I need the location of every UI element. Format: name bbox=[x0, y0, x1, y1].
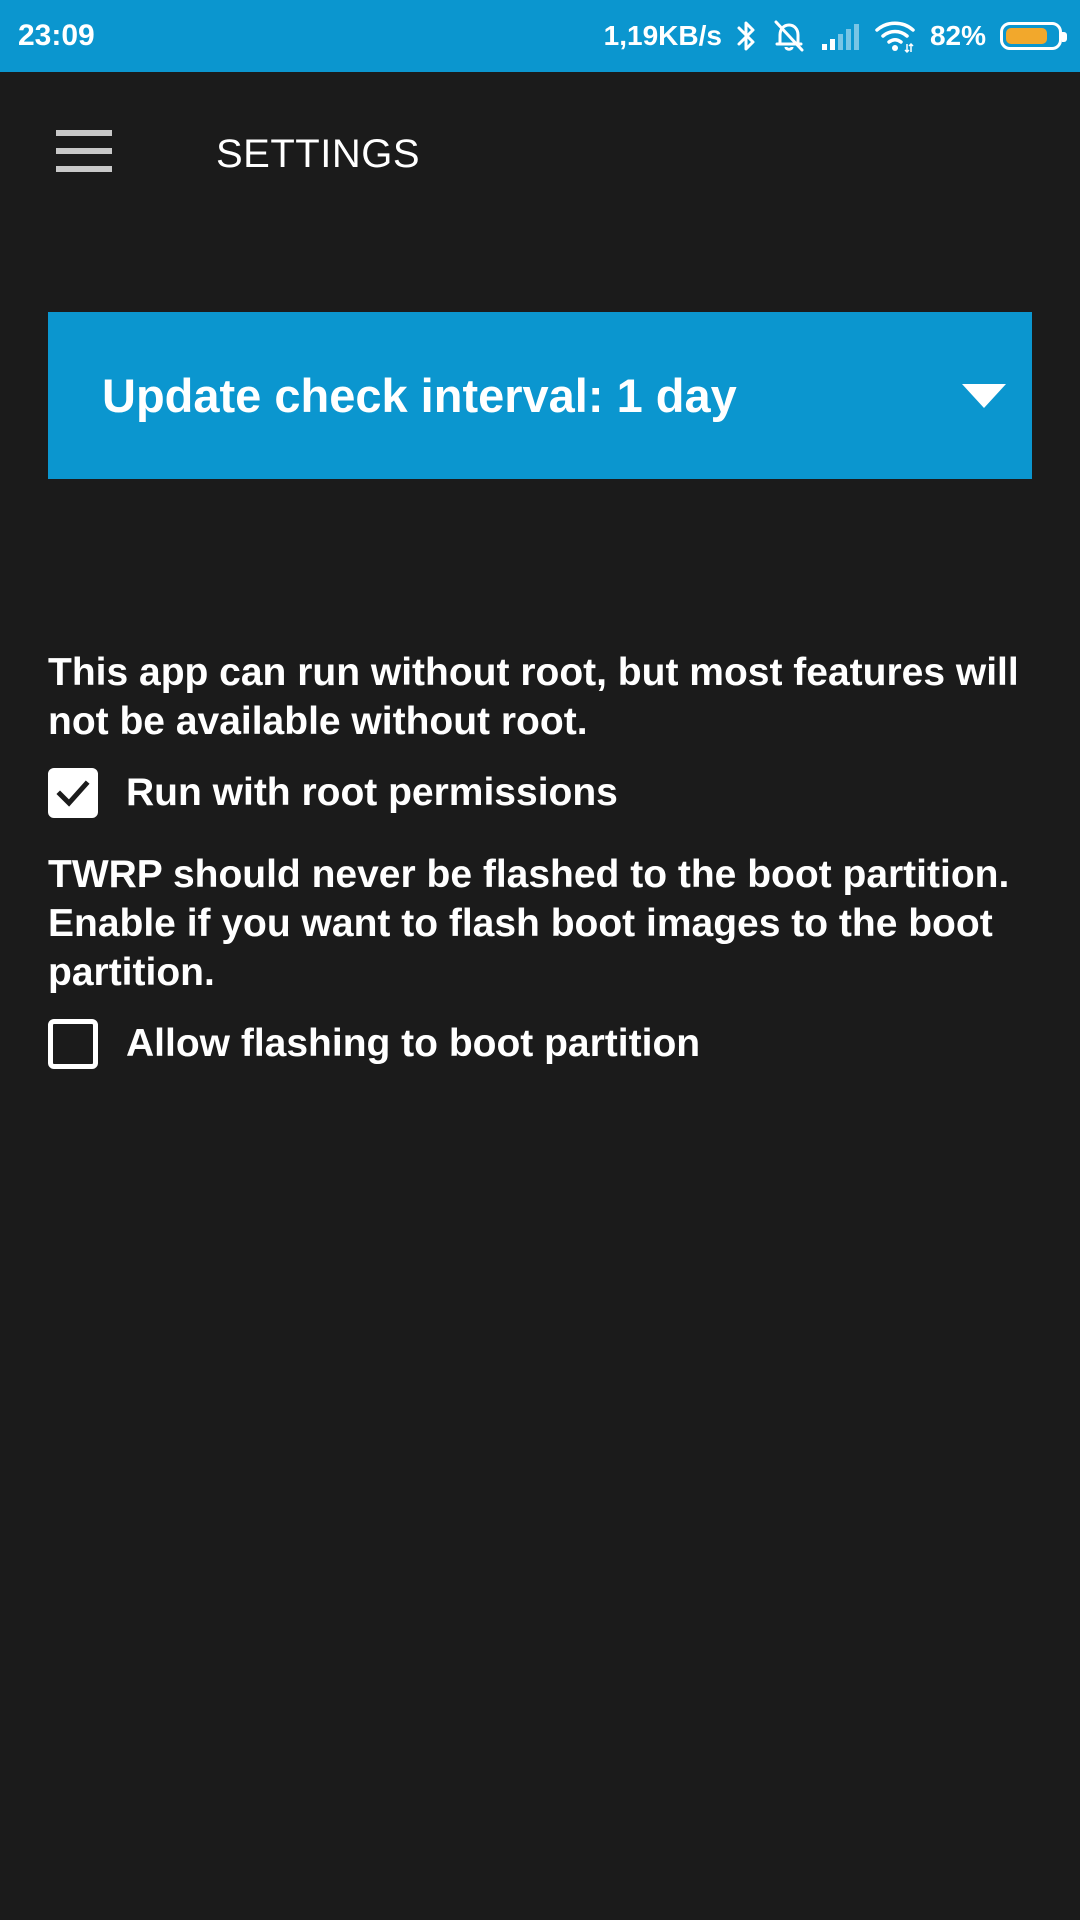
menu-bar-line bbox=[56, 148, 112, 154]
boot-partition-description: TWRP should never be flashed to the boot… bbox=[48, 853, 1010, 994]
status-icons: 1,19KB/s 82% bbox=[603, 0, 1067, 72]
update-interval-dropdown[interactable]: Update check interval: 1 day bbox=[48, 312, 1032, 479]
battery-icon bbox=[1000, 22, 1067, 50]
checkmark-icon bbox=[56, 780, 90, 807]
battery-percent: 82% bbox=[929, 20, 986, 51]
dropdown-arrow-icon bbox=[962, 384, 1006, 408]
battery-fill bbox=[1006, 28, 1047, 44]
run-with-root-label: Run with root permissions bbox=[126, 771, 618, 814]
status-bar: 23:09 1,19KB/s 82% bbox=[0, 0, 1080, 72]
status-time: 23:09 bbox=[18, 19, 95, 52]
allow-boot-flash-label: Allow flashing to boot partition bbox=[126, 1022, 701, 1065]
bluetooth-icon bbox=[736, 18, 758, 54]
app-bar: SETTINGS bbox=[0, 72, 1080, 242]
wifi-icon bbox=[874, 18, 916, 54]
menu-bar-line bbox=[56, 130, 112, 136]
run-with-root-checkbox-row[interactable]: Run with root permissions bbox=[48, 768, 618, 818]
alarm-off-icon bbox=[772, 18, 806, 54]
hamburger-menu-icon[interactable] bbox=[42, 122, 126, 182]
battery-nub bbox=[1062, 32, 1067, 42]
run-with-root-checkbox[interactable] bbox=[48, 768, 98, 818]
network-speed: 1,19KB/s bbox=[603, 20, 722, 51]
root-description: This app can run without root, but most … bbox=[48, 651, 1019, 743]
allow-boot-flash-checkbox[interactable] bbox=[48, 1019, 98, 1069]
menu-bar-line bbox=[56, 166, 112, 172]
signal-icon bbox=[820, 18, 860, 54]
settings-screen: 23:09 1,19KB/s 82% SETTINGS Update check… bbox=[0, 0, 1080, 1920]
update-interval-label: Update check interval: 1 day bbox=[102, 369, 737, 422]
page-title: SETTINGS bbox=[216, 132, 421, 176]
allow-boot-flash-checkbox-row[interactable]: Allow flashing to boot partition bbox=[48, 1019, 700, 1069]
